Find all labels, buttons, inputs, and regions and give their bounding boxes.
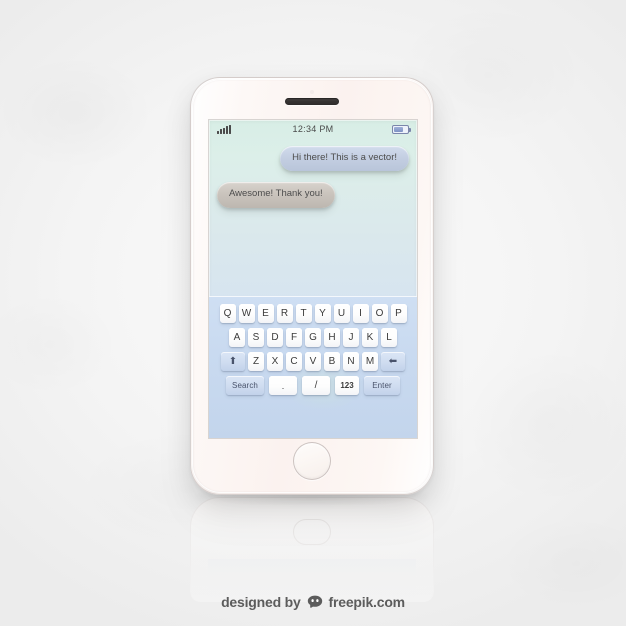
message-list: Hi there! This is a vector! Awesome! Tha… [209,146,417,219]
key-x[interactable]: X [267,352,283,371]
key-e[interactable]: E [257,304,274,323]
shift-key[interactable]: ⬆ [221,352,245,371]
message-bubble-outgoing[interactable]: Hi there! This is a vector! [280,146,409,172]
key-h[interactable]: H [324,328,340,347]
reflection-fade [190,497,434,602]
status-clock: 12:34 PM [292,124,334,134]
keyboard-row-1: Q W E R T Y U I O P [209,304,417,323]
key-t[interactable]: T [295,304,312,323]
key-s[interactable]: S [248,328,264,347]
smartphone-device: 12:34 PM Hi there! This is a vector! Awe… [190,77,434,495]
keyboard-row-4: Search . / 123 Enter [209,376,417,395]
key-a[interactable]: A [229,328,245,347]
key-u[interactable]: U [333,304,350,323]
signal-bars-icon [217,124,231,134]
front-camera-icon [310,90,314,94]
key-f[interactable]: F [286,328,302,347]
key-v[interactable]: V [305,352,321,371]
battery-icon [392,124,411,134]
key-y[interactable]: Y [314,304,331,323]
key-c[interactable]: C [286,352,302,371]
backspace-key[interactable]: ⬅ [381,352,405,371]
battery-fill [394,126,403,132]
period-key[interactable]: . [269,376,297,395]
speaker-grille-icon [285,98,339,105]
designed-by-label: designed by [221,594,301,610]
freepik-brand-label: freepik.com [328,594,406,610]
numeric-key[interactable]: 123 [335,376,359,395]
key-o[interactable]: O [371,304,388,323]
key-i[interactable]: I [352,304,369,323]
search-key[interactable]: Search [226,376,264,395]
on-screen-keyboard: Q W E R T Y U I O P A S D F G H J K L ⬆ … [209,296,417,438]
home-button[interactable] [293,442,331,480]
key-d[interactable]: D [267,328,283,347]
message-row: Awesome! Thank you! [217,182,409,208]
key-k[interactable]: K [362,328,378,347]
device-reflection [190,497,434,602]
enter-key[interactable]: Enter [364,376,400,395]
key-q[interactable]: Q [219,304,236,323]
key-b[interactable]: B [324,352,340,371]
key-n[interactable]: N [343,352,359,371]
keyboard-row-3: ⬆ Z X C V B N M ⬅ [209,352,417,371]
key-r[interactable]: R [276,304,293,323]
key-z[interactable]: Z [248,352,264,371]
key-l[interactable]: L [381,328,397,347]
key-p[interactable]: P [390,304,407,323]
key-g[interactable]: G [305,328,321,347]
key-j[interactable]: J [343,328,359,347]
phone-screen: 12:34 PM Hi there! This is a vector! Awe… [209,120,417,438]
key-w[interactable]: W [238,304,255,323]
scene-background: 12:34 PM Hi there! This is a vector! Awe… [0,0,626,626]
message-bubble-incoming[interactable]: Awesome! Thank you! [217,182,335,208]
slash-key[interactable]: / [302,376,330,395]
key-m[interactable]: M [362,352,378,371]
message-row: Hi there! This is a vector! [217,146,409,172]
freepik-logo-icon [307,595,323,609]
keyboard-row-2: A S D F G H J K L [209,328,417,347]
footer-credit: designed by freepik.com [0,594,626,610]
status-bar: 12:34 PM [209,120,417,138]
